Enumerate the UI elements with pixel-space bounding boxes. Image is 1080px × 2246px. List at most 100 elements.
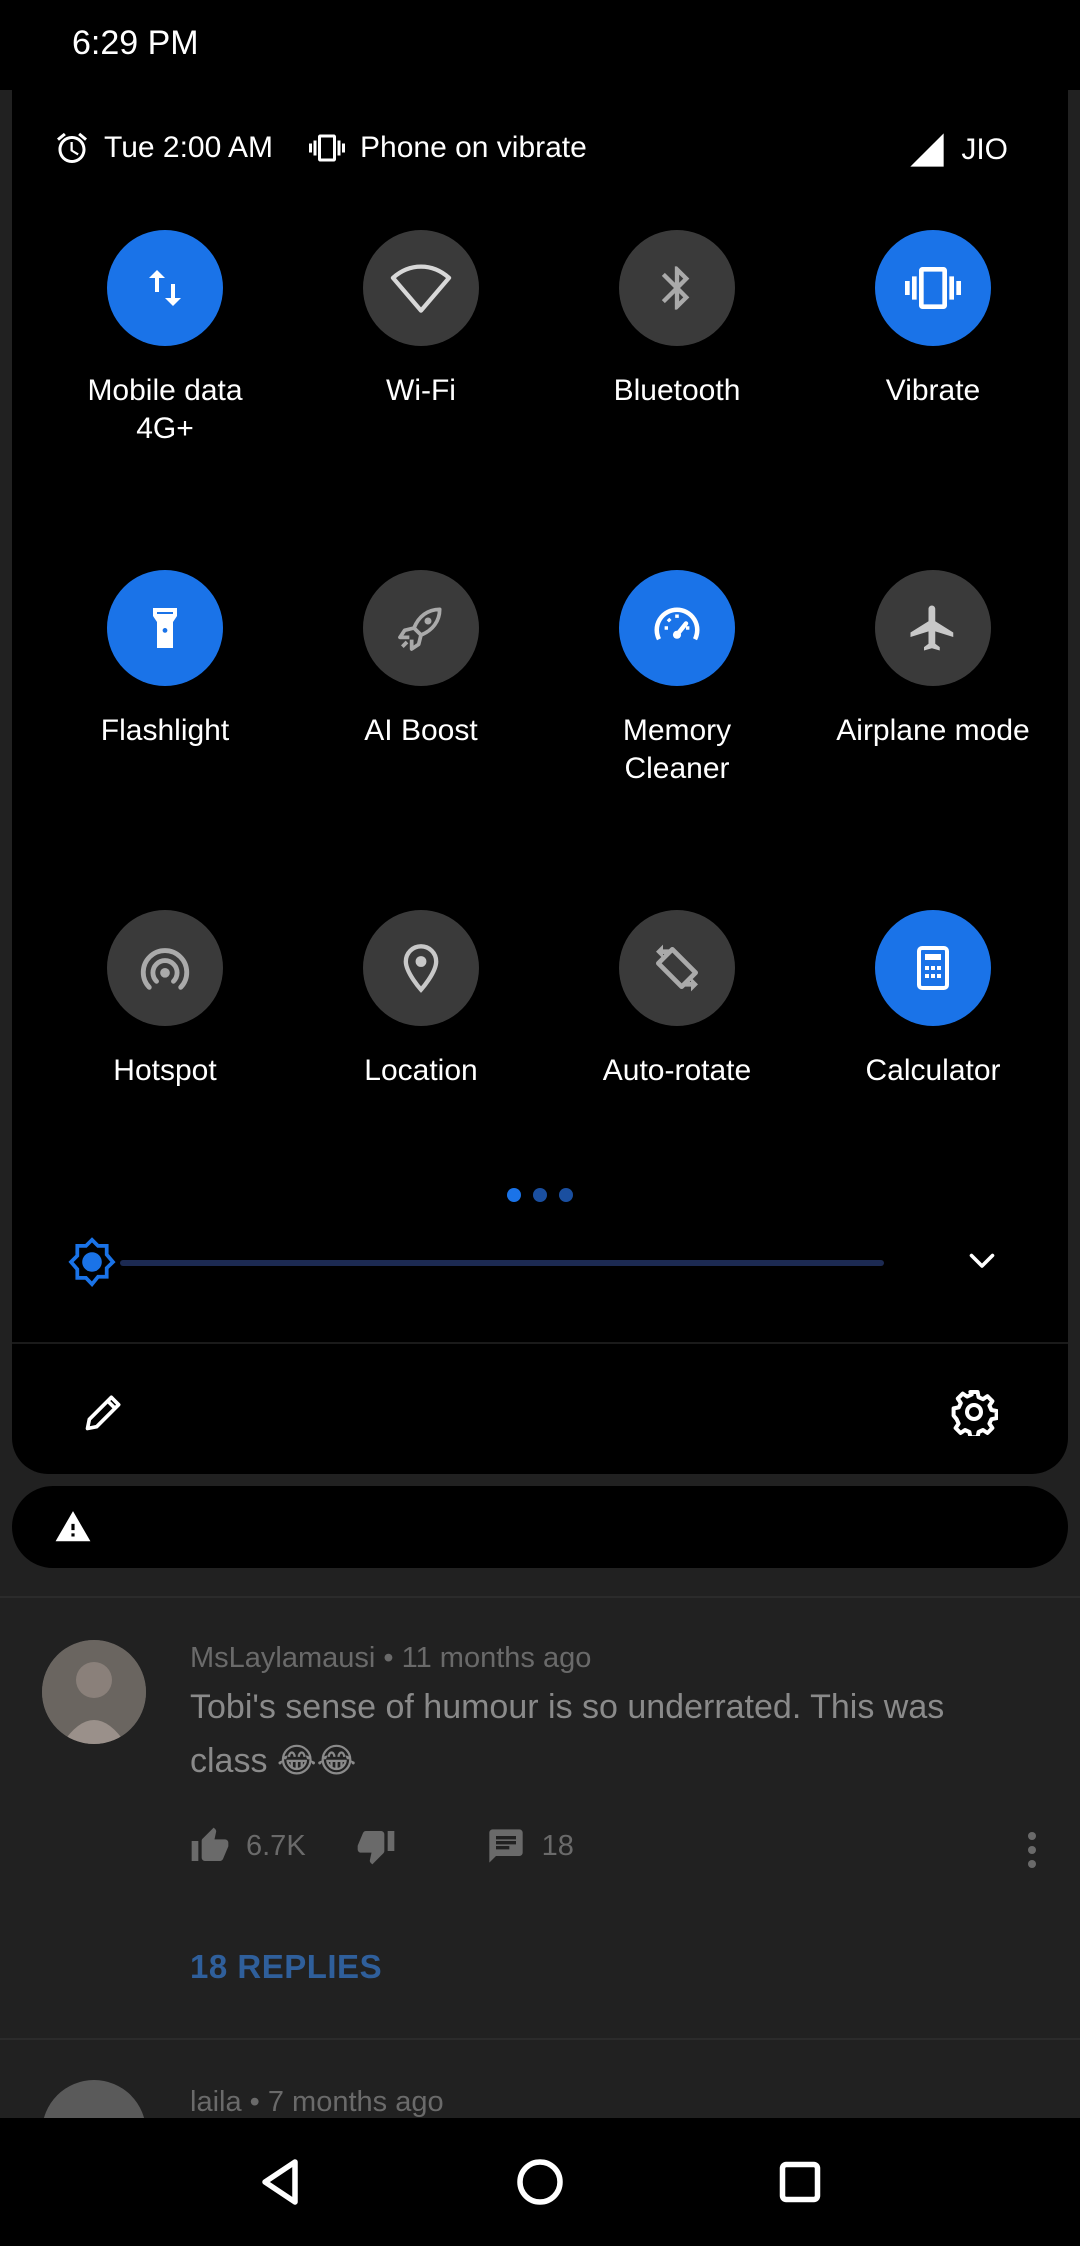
auto-rotate-icon: [656, 944, 698, 992]
tile-mobile-data[interactable]: Mobile data 4G+: [37, 230, 293, 448]
alarm-icon: [57, 132, 87, 163]
edit-tiles-button[interactable]: [82, 1390, 126, 1439]
tile-label: Mobile data 4G+: [87, 374, 243, 445]
recents-icon: [779, 2161, 821, 2203]
tile-label: Flashlight: [100, 714, 230, 747]
airplane-icon: [910, 605, 954, 651]
bluetooth-icon: [661, 266, 690, 310]
recents-button[interactable]: [770, 2152, 830, 2217]
comment-text: Tobi's sense of humour is so underrated.…: [190, 1688, 945, 1780]
comment-age: 11 months ago: [401, 1642, 592, 1674]
like-button[interactable]: 6.7K: [190, 1826, 306, 1866]
tile-toggle[interactable]: [875, 570, 991, 686]
panel-divider: [12, 1342, 1068, 1344]
next-alarm[interactable]: Tue 2:00 AM: [54, 130, 273, 166]
vibrate-small-icon: [309, 134, 345, 162]
rocket-icon: [398, 607, 442, 651]
thumbs-down-icon: [357, 1831, 395, 1865]
navigation-bar: [0, 2118, 1080, 2246]
brightness-control: [12, 1220, 1068, 1300]
tile-toggle[interactable]: [107, 570, 223, 686]
tile-toggle[interactable]: [363, 910, 479, 1026]
warning-notification[interactable]: [12, 1486, 1068, 1568]
pencil-icon: [85, 1395, 121, 1431]
avatar[interactable]: [42, 2080, 146, 2118]
tile-airplane-mode[interactable]: Airplane mode: [805, 570, 1061, 750]
mobile-data-icon: [149, 270, 181, 306]
tile-label: Auto-rotate: [602, 1054, 752, 1087]
comment-author[interactable]: laila: [190, 2086, 242, 2118]
home-button[interactable]: [510, 2152, 570, 2217]
hotspot-icon: [140, 948, 190, 990]
page-dot[interactable]: [559, 1188, 573, 1202]
carrier-name: JIO: [961, 133, 1008, 166]
tile-wifi[interactable]: Wi-Fi: [293, 230, 549, 410]
tile-toggle[interactable]: [107, 230, 223, 346]
dislike-button[interactable]: [356, 1826, 396, 1866]
page-dot[interactable]: [533, 1188, 547, 1202]
comment-item[interactable]: laila • 7 months ago: [0, 2040, 1080, 2118]
status-time: 6:29 PM: [72, 24, 199, 62]
tile-toggle[interactable]: [619, 230, 735, 346]
thumbs-up-icon: [191, 1827, 229, 1861]
more-options-icon[interactable]: [1026, 1830, 1038, 1875]
warning-icon: [54, 1508, 92, 1551]
wifi-icon: [390, 264, 452, 313]
tile-calculator[interactable]: Calculator: [805, 910, 1061, 1090]
tile-ai-boost[interactable]: AI Boost: [293, 570, 549, 750]
comment-item[interactable]: MsLaylamausi • 11 months ago Tobi's sens…: [0, 1598, 1080, 2038]
quick-settings-panel: Tue 2:00 AM Phone on vibrate JIO Mobile …: [12, 90, 1068, 1474]
brightness-slider[interactable]: [120, 1260, 884, 1266]
tile-vibrate[interactable]: Vibrate: [805, 230, 1061, 410]
tile-label: Hotspot: [113, 1054, 217, 1087]
tile-label: AI Boost: [364, 714, 478, 747]
back-icon: [262, 2159, 298, 2205]
tile-toggle[interactable]: [875, 230, 991, 346]
signal-icon: [910, 133, 944, 167]
brightness-icon[interactable]: [64, 1234, 120, 1295]
tile-toggle[interactable]: [363, 230, 479, 346]
comment-icon: [489, 1829, 523, 1863]
tile-memory-cleaner[interactable]: Memory Cleaner: [549, 570, 805, 788]
tile-toggle[interactable]: [875, 910, 991, 1026]
tile-toggle[interactable]: [619, 570, 735, 686]
tile-auto-rotate[interactable]: Auto-rotate: [549, 910, 805, 1090]
gear-icon: [951, 1390, 999, 1440]
ringer-mode[interactable]: Phone on vibrate: [308, 130, 587, 166]
tile-hotspot[interactable]: Hotspot: [37, 910, 293, 1090]
tile-label: Wi-Fi: [386, 374, 456, 407]
ringer-text: Phone on vibrate: [360, 131, 587, 164]
tile-label: Bluetooth: [613, 374, 741, 407]
speedometer-icon: [654, 607, 700, 641]
tile-bluetooth[interactable]: Bluetooth: [549, 230, 805, 410]
calculator-icon: [917, 946, 949, 990]
back-button[interactable]: [250, 2152, 310, 2217]
chevron-down-icon[interactable]: [964, 1242, 1000, 1283]
tile-toggle[interactable]: [107, 910, 223, 1026]
location-icon: [403, 944, 439, 993]
tile-label: Airplane mode: [836, 714, 1030, 747]
flashlight-icon: [153, 608, 177, 648]
alarm-text: Tue 2:00 AM: [104, 131, 273, 164]
view-replies-link[interactable]: 18 REPLIES: [190, 1948, 382, 1986]
vibrate-icon: [905, 267, 961, 309]
like-count: 6.7K: [246, 1829, 306, 1862]
tile-toggle[interactable]: [363, 570, 479, 686]
comment-meta: MsLaylamausi • 11 months ago: [190, 1642, 592, 1674]
comment-author[interactable]: MsLaylamausi: [190, 1642, 375, 1674]
reply-button[interactable]: 18: [486, 1826, 574, 1866]
tile-label: Vibrate: [885, 374, 981, 407]
page-dot[interactable]: [507, 1188, 521, 1202]
settings-button[interactable]: [950, 1388, 999, 1441]
tile-flashlight[interactable]: Flashlight: [37, 570, 293, 750]
tile-toggle[interactable]: [619, 910, 735, 1026]
tile-location[interactable]: Location: [293, 910, 549, 1090]
tile-label: Memory Cleaner: [622, 714, 732, 785]
reply-count: 18: [541, 1829, 574, 1862]
home-icon: [517, 2159, 563, 2205]
tile-label: Location: [364, 1054, 478, 1087]
panel-header: Tue 2:00 AM Phone on vibrate JIO: [12, 90, 1068, 210]
comment-actions: 6.7K 18: [190, 1826, 624, 1866]
comment-meta: laila • 7 months ago: [190, 2086, 444, 2118]
avatar[interactable]: [42, 1640, 146, 1744]
